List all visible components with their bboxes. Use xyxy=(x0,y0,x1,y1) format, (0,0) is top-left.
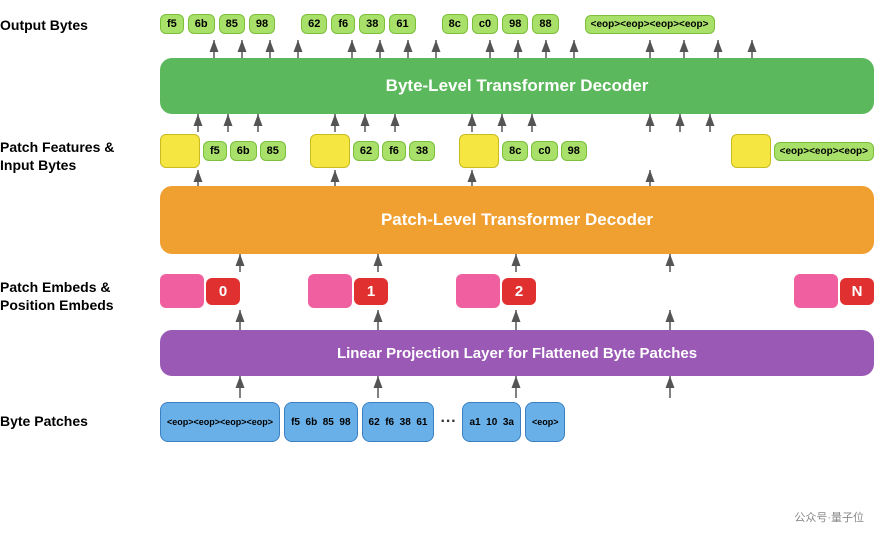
output-byte-c0: c0 xyxy=(472,14,498,34)
pf-byte-85: 85 xyxy=(260,141,286,161)
bp-group3: 62 f6 38 61 xyxy=(362,402,435,442)
bp-group2: f5 6b 85 98 xyxy=(284,402,357,442)
label-output-bytes: Output Bytes xyxy=(0,16,155,34)
patch-embeds-text: Patch Embeds &Position Embeds xyxy=(0,279,114,313)
output-byte-98b: 98 xyxy=(502,14,528,34)
patch-features-row: f5 6b 85 62 f6 38 8c c0 98 <eop><eop><eo… xyxy=(160,132,874,170)
pf-byte-eop: <eop><eop><eop> xyxy=(774,142,874,161)
pf-byte-f5: f5 xyxy=(203,141,227,161)
patch-embeds-text2: Position Embeds xyxy=(0,297,114,313)
embed-red-1: 1 xyxy=(354,278,388,305)
output-byte-f6: f6 xyxy=(331,14,355,34)
label-patch-features: Patch Features &Input Bytes xyxy=(0,138,155,174)
label-byte-patches: Byte Patches xyxy=(0,412,155,430)
output-byte-62: 62 xyxy=(301,14,327,34)
patch-features-text2: Input Bytes xyxy=(0,157,76,173)
embed-red-2: 2 xyxy=(502,278,536,305)
bp-eop-last: <eop> xyxy=(525,402,566,442)
purple-layer-label: Linear Projection Layer for Flattened By… xyxy=(337,345,697,362)
purple-layer: Linear Projection Layer for Flattened By… xyxy=(160,330,874,376)
output-byte-88: 88 xyxy=(532,14,558,34)
output-byte-38: 38 xyxy=(359,14,385,34)
pf-yellow1 xyxy=(160,134,200,168)
bp-eop4: <eop><eop><eop><eop> xyxy=(160,402,280,442)
byte-patches-row: <eop><eop><eop><eop> f5 6b 85 98 62 f6 3… xyxy=(160,398,874,446)
embed-group-1: 1 xyxy=(308,274,388,308)
embed-red-n: N xyxy=(840,278,874,305)
watermark: 公众号·量子位 xyxy=(790,508,868,526)
output-byte-8c: 8c xyxy=(442,14,468,34)
output-byte-6b: 6b xyxy=(188,14,215,34)
orange-decoder-label: Patch-Level Transformer Decoder xyxy=(381,210,653,230)
bp-dots: ··· xyxy=(438,413,458,431)
embed-red-0: 0 xyxy=(206,278,240,305)
embed-group-2: 2 xyxy=(456,274,536,308)
pf-byte-f6: f6 xyxy=(382,141,406,161)
output-byte-f5: f5 xyxy=(160,14,184,34)
output-bytes-row: f5 6b 85 98 62 f6 38 61 8c c0 98 88 <eop… xyxy=(160,8,874,40)
embed-pink-2 xyxy=(456,274,500,308)
embed-group-0: 0 xyxy=(160,274,240,308)
orange-decoder: Patch-Level Transformer Decoder xyxy=(160,186,874,254)
pf-byte-8c: 8c xyxy=(502,141,528,161)
patch-embeds-row: 0 1 2 N xyxy=(160,272,874,310)
output-byte-85: 85 xyxy=(219,14,245,34)
pf-byte-6b: 6b xyxy=(230,141,257,161)
pf-byte-c0: c0 xyxy=(531,141,557,161)
pf-byte-98: 98 xyxy=(561,141,587,161)
pf-yellow2 xyxy=(310,134,350,168)
embed-pink-0 xyxy=(160,274,204,308)
diagram-container: Output Bytes Patch Features &Input Bytes… xyxy=(0,0,882,534)
embed-group-n: N xyxy=(794,274,874,308)
embed-pink-1 xyxy=(308,274,352,308)
pf-byte-38: 38 xyxy=(409,141,435,161)
pf-byte-62: 62 xyxy=(353,141,379,161)
output-byte-61: 61 xyxy=(389,14,415,34)
output-byte-eop1: <eop><eop><eop><eop> xyxy=(585,15,715,34)
pf-yellow4 xyxy=(731,134,771,168)
pf-yellow3 xyxy=(459,134,499,168)
label-patch-embeds: Patch Embeds &Position Embeds xyxy=(0,278,155,314)
green-decoder: Byte-Level Transformer Decoder xyxy=(160,58,874,114)
bp-group5: a1 10 3a xyxy=(462,402,520,442)
patch-features-text: Patch Features &Input Bytes xyxy=(0,139,114,173)
output-byte-98: 98 xyxy=(249,14,275,34)
green-decoder-label: Byte-Level Transformer Decoder xyxy=(386,76,649,96)
embed-pink-n xyxy=(794,274,838,308)
